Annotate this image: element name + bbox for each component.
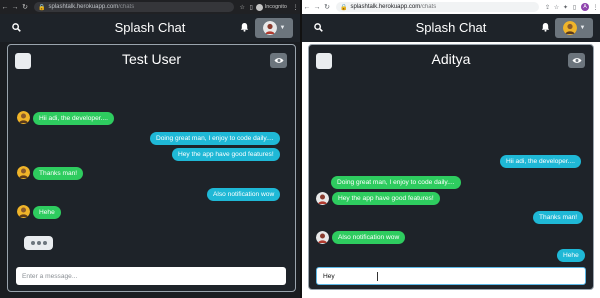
eye-icon bbox=[274, 58, 283, 63]
lock-icon: 🔒 bbox=[340, 4, 348, 11]
right-url-field[interactable]: 🔒 splashtalk.herokuapp.com /chats bbox=[336, 2, 539, 12]
search-icon[interactable] bbox=[314, 23, 323, 32]
sender-avatar bbox=[17, 111, 30, 124]
incognito-icon bbox=[255, 3, 263, 11]
star-icon[interactable]: ☆ bbox=[552, 4, 561, 11]
star-icon[interactable]: ☆ bbox=[238, 4, 247, 11]
search-icon[interactable] bbox=[12, 23, 21, 32]
menu-icon[interactable]: ⋮ bbox=[291, 4, 300, 11]
back-button[interactable] bbox=[15, 53, 31, 69]
reload-icon[interactable]: ↻ bbox=[20, 3, 30, 11]
right-address-bar: ← → ↻ 🔒 splashtalk.herokuapp.com /chats … bbox=[302, 0, 600, 14]
sidebar-icon[interactable]: ▯ bbox=[570, 4, 579, 11]
left-url-field[interactable]: 🔒 splashtalk.herokuapp.com /chats bbox=[34, 2, 234, 12]
back-button[interactable] bbox=[316, 53, 332, 69]
sidebar-icon[interactable]: ▯ bbox=[247, 4, 256, 11]
user-avatar bbox=[562, 21, 577, 35]
message-bubble: Doing great man, I enjoy to code daily..… bbox=[331, 176, 461, 189]
message-bubble: Hii adi, the developer.... bbox=[33, 112, 114, 125]
screen: ← → ↻ 🔒 splashtalk.herokuapp.com /chats … bbox=[0, 0, 600, 298]
url-host: splashtalk.herokuapp.com bbox=[48, 4, 119, 10]
chat-header: Aditya bbox=[309, 45, 593, 75]
chevron-down-icon: ▼ bbox=[579, 25, 586, 31]
message-input-value: Hey bbox=[323, 272, 335, 280]
chat-recipient-name: Aditya bbox=[431, 51, 471, 67]
sender-avatar bbox=[17, 166, 30, 179]
eye-icon bbox=[572, 58, 581, 63]
chevron-down-icon: ▼ bbox=[279, 25, 286, 31]
back-icon[interactable]: ← bbox=[302, 4, 312, 11]
message-bubble: Doing great man, I enjoy to code daily..… bbox=[150, 132, 280, 145]
url-path: /chats bbox=[420, 4, 437, 10]
user-menu-button[interactable]: ▼ bbox=[555, 18, 593, 38]
message-bubble: Hii adi, the developer.... bbox=[500, 155, 581, 168]
user-menu-button[interactable]: ▼ bbox=[255, 18, 293, 38]
view-profile-button[interactable] bbox=[270, 53, 287, 68]
left-address-bar: ← → ↻ 🔒 splashtalk.herokuapp.com /chats … bbox=[0, 0, 300, 14]
sender-avatar bbox=[17, 205, 30, 218]
message-bubble: Hey the app have good features! bbox=[172, 148, 280, 161]
message-input[interactable]: Enter a message... bbox=[16, 267, 286, 285]
chat-header: Test User bbox=[8, 45, 295, 75]
sender-avatar bbox=[316, 231, 329, 244]
bell-icon[interactable] bbox=[541, 22, 550, 32]
text-cursor bbox=[377, 272, 378, 281]
url-path: /chats bbox=[118, 4, 135, 10]
message-bubble: Thanks man! bbox=[533, 211, 584, 224]
forward-icon[interactable]: → bbox=[10, 4, 20, 11]
app-navbar: Splash Chat ▼ bbox=[0, 14, 300, 42]
back-icon[interactable]: ← bbox=[0, 4, 10, 11]
forward-icon[interactable]: → bbox=[312, 4, 322, 11]
reload-icon[interactable]: ↻ bbox=[322, 3, 332, 11]
url-host: splashtalk.herokuapp.com bbox=[350, 4, 421, 10]
incognito-label: Incognito bbox=[264, 4, 287, 10]
view-profile-button[interactable] bbox=[568, 53, 585, 68]
incognito-badge[interactable]: Incognito bbox=[255, 3, 287, 11]
message-bubble: Hey the app have good features! bbox=[332, 192, 440, 205]
right-browser-window: ← → ↻ 🔒 splashtalk.herokuapp.com /chats … bbox=[302, 0, 600, 298]
menu-icon[interactable]: ⋮ bbox=[591, 4, 600, 11]
message-bubble: Also notification wow bbox=[332, 231, 406, 244]
message-bubble: Hehe bbox=[33, 206, 61, 219]
extensions-icon[interactable]: ✦ bbox=[561, 4, 570, 11]
chat-recipient-name: Test User bbox=[121, 51, 182, 67]
chat-panel: Aditya Hii adi, the developer.... Doing … bbox=[308, 44, 594, 290]
message-bubble: Hehe bbox=[557, 249, 585, 262]
typing-indicator bbox=[24, 236, 53, 250]
message-input[interactable]: Hey bbox=[316, 267, 586, 285]
lock-icon: 🔒 bbox=[38, 4, 46, 11]
message-bubble: Also notification wow bbox=[207, 188, 281, 201]
left-browser-window: ← → ↻ 🔒 splashtalk.herokuapp.com /chats … bbox=[0, 0, 300, 298]
message-bubble: Thanks man! bbox=[33, 167, 84, 180]
profile-avatar[interactable]: A bbox=[581, 3, 589, 11]
bell-icon[interactable] bbox=[240, 22, 249, 32]
user-avatar bbox=[262, 21, 277, 35]
sender-avatar bbox=[316, 192, 329, 205]
share-icon[interactable]: ⇪ bbox=[543, 4, 552, 11]
app-navbar: Splash Chat ▼ bbox=[302, 14, 600, 42]
chat-panel: Test User Hii adi, the developer.... Doi… bbox=[7, 44, 296, 292]
